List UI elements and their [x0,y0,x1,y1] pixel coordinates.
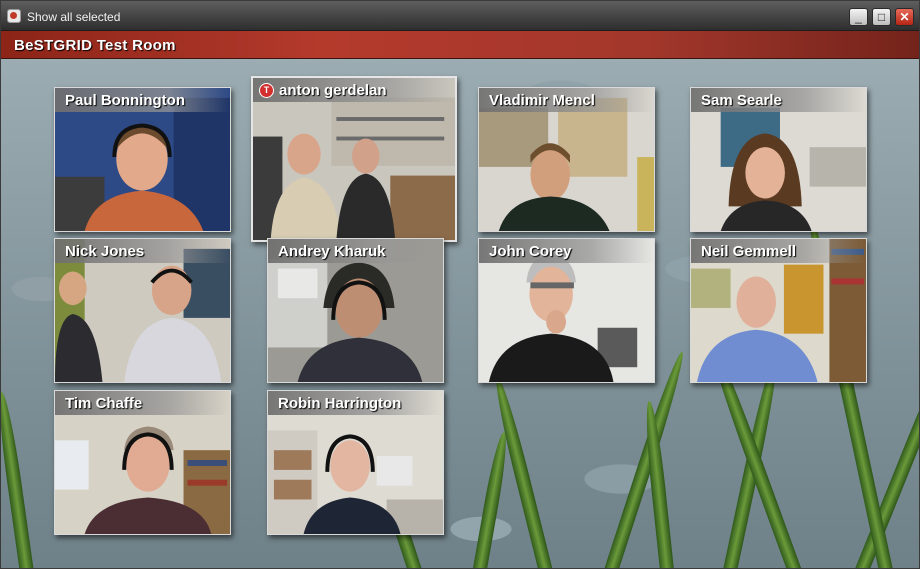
room-header: BeSTGRID Test Room [1,31,919,59]
window-title: Show all selected [27,10,121,24]
participant-name: Andrey Kharuk [278,243,386,260]
background-reed [1,390,35,568]
minimize-button[interactable]: _ [849,8,868,26]
background-reed [471,431,511,568]
maximize-button[interactable]: □ [872,8,891,26]
video-tile-tim-chaffe[interactable]: Tim Chaffe [54,390,231,535]
video-tile-nick-jones[interactable]: Nick Jones [54,238,231,383]
video-tile-paul-bonnington[interactable]: Paul Bonnington [54,87,231,232]
video-tile-vladimir-mencl[interactable]: Vladimir Mencl [478,87,655,232]
video-feed [253,78,455,240]
participant-name: Vladimir Mencl [489,92,595,109]
participant-name: anton gerdelan [279,82,387,99]
participant-name: Nick Jones [65,243,145,260]
participant-name: Paul Bonnington [65,92,185,109]
app-icon [7,9,21,23]
participant-name: Tim Chaffe [65,395,143,412]
video-tile-andrey-kharuk[interactable]: Andrey Kharuk [267,238,444,383]
video-tile-robin-harrington[interactable]: Robin Harrington [267,390,444,535]
video-tile-john-corey[interactable]: John Corey [478,238,655,383]
close-button[interactable]: ✕ [895,8,914,26]
participant-name: Sam Searle [701,92,782,109]
video-tile-neil-gemmell[interactable]: Neil Gemmell [690,238,867,383]
participant-name: John Corey [489,243,572,260]
room-title: BeSTGRID Test Room [14,37,176,54]
participant-name: Neil Gemmell [701,243,797,260]
recording-icon: T [259,83,274,98]
app-window: Show all selected _ □ ✕ BeSTGRID Test Ro… [0,0,920,569]
video-tile-anton-gerdelan[interactable]: T anton gerdelan [251,76,457,242]
video-tile-sam-searle[interactable]: Sam Searle [690,87,867,232]
title-bar[interactable]: Show all selected _ □ ✕ [1,1,919,31]
video-stage: Paul Bonnington T anton gerdelan Vladimi… [1,59,919,568]
participant-name: Robin Harrington [278,395,402,412]
